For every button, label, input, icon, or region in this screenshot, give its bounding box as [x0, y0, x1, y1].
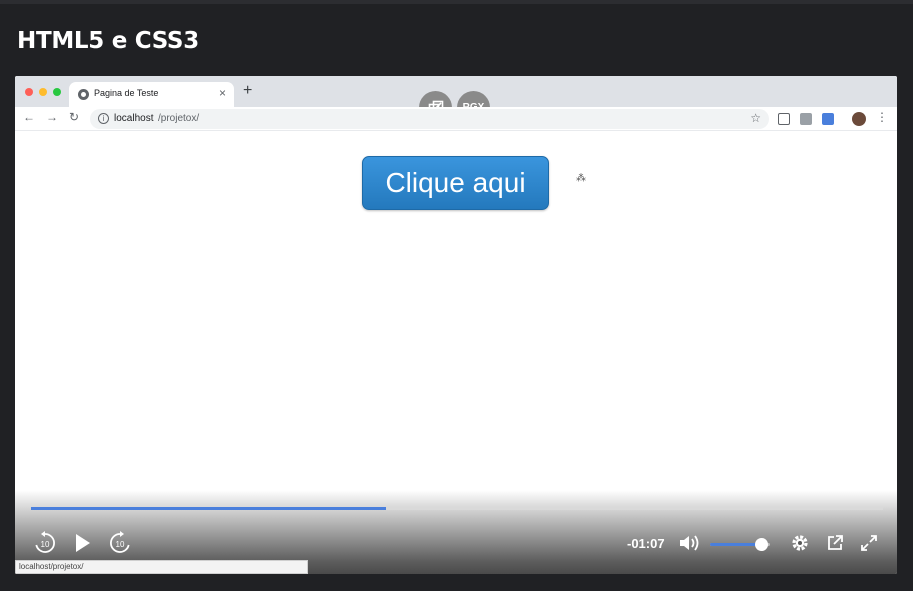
- time-remaining: -01:07: [627, 536, 665, 551]
- favicon-icon: [78, 89, 89, 100]
- volume-fill: [710, 543, 761, 546]
- fullscreen-icon: [861, 535, 877, 551]
- new-tab-button[interactable]: +: [243, 82, 252, 100]
- skip-forward-button[interactable]: 10: [108, 531, 132, 560]
- play-icon: [76, 534, 90, 552]
- mouse-cursor-icon: ⁂: [576, 173, 586, 184]
- browser-toolbar: ← → ↻ i localhost /projetox/ ☆ ⋮: [15, 107, 897, 131]
- external-link-button[interactable]: [826, 534, 844, 557]
- tab-title: Pagina de Teste: [94, 88, 159, 98]
- rewind-10-icon: 10: [35, 531, 55, 553]
- profile-avatar[interactable]: [852, 112, 866, 126]
- volume-icon: [680, 535, 699, 551]
- url-host: localhost: [114, 113, 154, 124]
- code-extension-icon[interactable]: [800, 113, 812, 125]
- external-link-icon: [828, 535, 843, 550]
- back-arrow-icon[interactable]: ←: [23, 110, 35, 124]
- gear-icon: [792, 535, 808, 551]
- fullscreen-button[interactable]: [860, 534, 878, 557]
- address-bar[interactable]: i localhost /projetox/ ☆: [90, 109, 769, 129]
- info-icon[interactable]: i: [98, 113, 109, 124]
- star-icon[interactable]: ☆: [750, 111, 761, 125]
- forward-arrow-icon[interactable]: →: [46, 110, 58, 124]
- skip-forward-label: 10: [116, 540, 125, 549]
- progress-bar[interactable]: [31, 507, 883, 510]
- skip-back-button[interactable]: 10: [33, 531, 57, 560]
- window-close-dot[interactable]: [25, 88, 33, 96]
- video-player[interactable]: Pagina de Teste × + RGX ← → ↻ i localhos…: [15, 76, 897, 574]
- forward-10-icon: 10: [110, 531, 130, 553]
- volume-handle[interactable]: [755, 538, 768, 551]
- screenshot-extension-icon[interactable]: [778, 113, 790, 125]
- top-edge: [0, 0, 913, 4]
- window-minimize-dot[interactable]: [39, 88, 47, 96]
- window-zoom-dot[interactable]: [53, 88, 61, 96]
- play-button[interactable]: [73, 532, 93, 559]
- status-bar-url: localhost/projetox/: [15, 560, 308, 574]
- reload-icon[interactable]: ↻: [69, 110, 79, 124]
- badge-extension-icon[interactable]: [822, 113, 834, 125]
- tab-close-icon[interactable]: ×: [219, 86, 226, 100]
- browser-tab[interactable]: Pagina de Teste ×: [69, 82, 234, 107]
- lesson-title: HTML5 e CSS3: [17, 28, 199, 54]
- volume-button[interactable]: [678, 534, 700, 557]
- settings-button[interactable]: [791, 534, 809, 557]
- volume-slider[interactable]: [710, 538, 770, 551]
- clique-aqui-button[interactable]: Clique aqui: [362, 156, 549, 210]
- kebab-menu-icon[interactable]: ⋮: [876, 110, 888, 124]
- browser-tab-bar: Pagina de Teste × +: [15, 76, 897, 107]
- url-path: /projetox/: [158, 113, 200, 124]
- progress-fill: [31, 507, 387, 510]
- skip-back-label: 10: [41, 540, 50, 549]
